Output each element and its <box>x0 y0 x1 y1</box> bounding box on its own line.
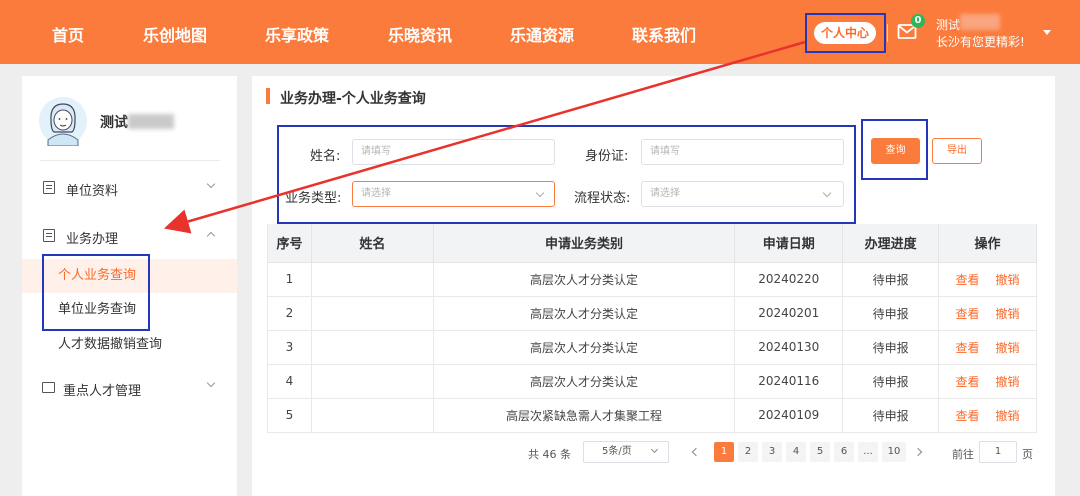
user-dropdown-caret-icon[interactable] <box>1043 30 1051 35</box>
revoke-link[interactable]: 撤销 <box>996 273 1020 287</box>
header-name: 姓名 <box>311 224 434 263</box>
nav-contact[interactable]: 联系我们 <box>632 22 696 46</box>
row-progress: 待申报 <box>842 296 940 331</box>
pagination-total: 共 46 条 <box>528 448 571 461</box>
sidebar-item-talent-revoke-query[interactable]: 人才数据撤销查询 <box>22 328 237 362</box>
nav-home[interactable]: 首页 <box>52 22 84 46</box>
export-button[interactable]: 导出 <box>932 138 982 164</box>
nav-policy[interactable]: 乐享政策 <box>265 22 329 46</box>
profile-name-redaction <box>128 114 174 129</box>
view-link[interactable]: 查看 <box>956 409 980 423</box>
row-date: 20240116 <box>734 364 844 399</box>
page-2[interactable]: 2 <box>738 442 758 462</box>
page-size-select[interactable]: 5条/页 <box>583 441 669 463</box>
row-actions: 查看 撤销 <box>938 296 1037 331</box>
revoke-link[interactable]: 撤销 <box>996 409 1020 423</box>
row-actions: 查看 撤销 <box>938 330 1037 365</box>
sidebar-divider <box>40 160 220 161</box>
row-progress: 待申报 <box>842 330 940 365</box>
row-category: 高层次人才分类认定 <box>433 364 736 399</box>
header-date: 申请日期 <box>734 224 844 263</box>
view-link[interactable]: 查看 <box>956 273 980 287</box>
page-title: 业务办理-个人业务查询 <box>280 91 426 107</box>
row-name <box>311 398 434 433</box>
sidebar-group-key-talent[interactable]: 重点人才管理 <box>63 380 141 399</box>
nav-resources[interactable]: 乐通资源 <box>510 22 574 46</box>
table-row: 5 高层次紧缺急需人才集聚工程 20240109 待申报 查看 撤销 <box>267 398 1037 433</box>
annotation-box-search-form <box>277 125 856 224</box>
row-name <box>311 296 434 331</box>
user-name: 测试 <box>936 18 961 32</box>
row-name <box>311 364 434 399</box>
row-no: 1 <box>267 262 312 297</box>
sidebar-group-business[interactable]: 业务办理 <box>66 228 118 247</box>
table-row: 1 高层次人才分类认定 20240220 待申报 查看 撤销 <box>267 262 1037 297</box>
page-6[interactable]: 6 <box>834 442 854 462</box>
row-name <box>311 330 434 365</box>
row-no: 3 <box>267 330 312 365</box>
row-progress: 待申报 <box>842 262 940 297</box>
row-category: 高层次紧缺急需人才集聚工程 <box>433 398 736 433</box>
title-accent-bar <box>266 88 270 104</box>
view-link[interactable]: 查看 <box>956 375 980 389</box>
page-ellipsis[interactable]: ... <box>858 442 878 462</box>
row-category: 高层次人才分类认定 <box>433 296 736 331</box>
row-actions: 查看 撤销 <box>938 398 1037 433</box>
nav-map[interactable]: 乐创地图 <box>143 22 207 46</box>
goto-suffix: 页 <box>1022 448 1033 461</box>
goto-prefix: 前往 <box>952 448 974 461</box>
annotation-box-query-button <box>861 119 928 180</box>
business-table: 序号 姓名 申请业务类别 申请日期 办理进度 操作 1 高层次人才分类认定 20… <box>267 224 1037 433</box>
view-link[interactable]: 查看 <box>956 341 980 355</box>
page-10[interactable]: 10 <box>882 442 906 462</box>
annotation-box-sidebar-items <box>42 254 150 331</box>
header-actions: 操作 <box>938 224 1037 263</box>
page-1[interactable]: 1 <box>714 442 734 462</box>
list-icon <box>43 229 55 242</box>
row-actions: 查看 撤销 <box>938 262 1037 297</box>
row-no: 4 <box>267 364 312 399</box>
document-icon <box>43 181 55 194</box>
row-date: 20240130 <box>734 330 844 365</box>
nav-news[interactable]: 乐晓资讯 <box>388 22 452 46</box>
user-name-redaction <box>960 14 1000 30</box>
row-actions: 查看 撤销 <box>938 364 1037 399</box>
revoke-link[interactable]: 撤销 <box>996 341 1020 355</box>
header-progress: 办理进度 <box>842 224 940 263</box>
profile-name: 测试 <box>100 115 128 131</box>
row-name <box>311 262 434 297</box>
page-4[interactable]: 4 <box>786 442 806 462</box>
user-slogan: 长沙有您更精彩! <box>936 35 1025 49</box>
folder-icon <box>42 382 55 393</box>
table-row: 3 高层次人才分类认定 20240130 待申报 查看 撤销 <box>267 330 1037 365</box>
row-no: 2 <box>267 296 312 331</box>
row-date: 20240109 <box>734 398 844 433</box>
table-header-row: 序号 姓名 申请业务类别 申请日期 办理进度 操作 <box>267 224 1037 263</box>
row-date: 20240220 <box>734 262 844 297</box>
row-progress: 待申报 <box>842 398 940 433</box>
revoke-link[interactable]: 撤销 <box>996 375 1020 389</box>
avatar <box>39 97 87 146</box>
nav-divider <box>887 24 888 42</box>
row-category: 高层次人才分类认定 <box>433 330 736 365</box>
table-row: 2 高层次人才分类认定 20240201 待申报 查看 撤销 <box>267 296 1037 331</box>
mail-count-badge: 0 <box>911 14 925 28</box>
row-progress: 待申报 <box>842 364 940 399</box>
header-category: 申请业务类别 <box>433 224 736 263</box>
table-row: 4 高层次人才分类认定 20240116 待申报 查看 撤销 <box>267 364 1037 399</box>
goto-page-input[interactable]: 1 <box>979 441 1017 463</box>
page-3[interactable]: 3 <box>762 442 782 462</box>
view-link[interactable]: 查看 <box>956 307 980 321</box>
sidebar-group-unit-info[interactable]: 单位资料 <box>66 180 118 199</box>
revoke-link[interactable]: 撤销 <box>996 307 1020 321</box>
page-5[interactable]: 5 <box>810 442 830 462</box>
row-date: 20240201 <box>734 296 844 331</box>
row-no: 5 <box>267 398 312 433</box>
annotation-box-personal-center <box>805 13 886 53</box>
header-no: 序号 <box>267 224 312 263</box>
row-category: 高层次人才分类认定 <box>433 262 736 297</box>
